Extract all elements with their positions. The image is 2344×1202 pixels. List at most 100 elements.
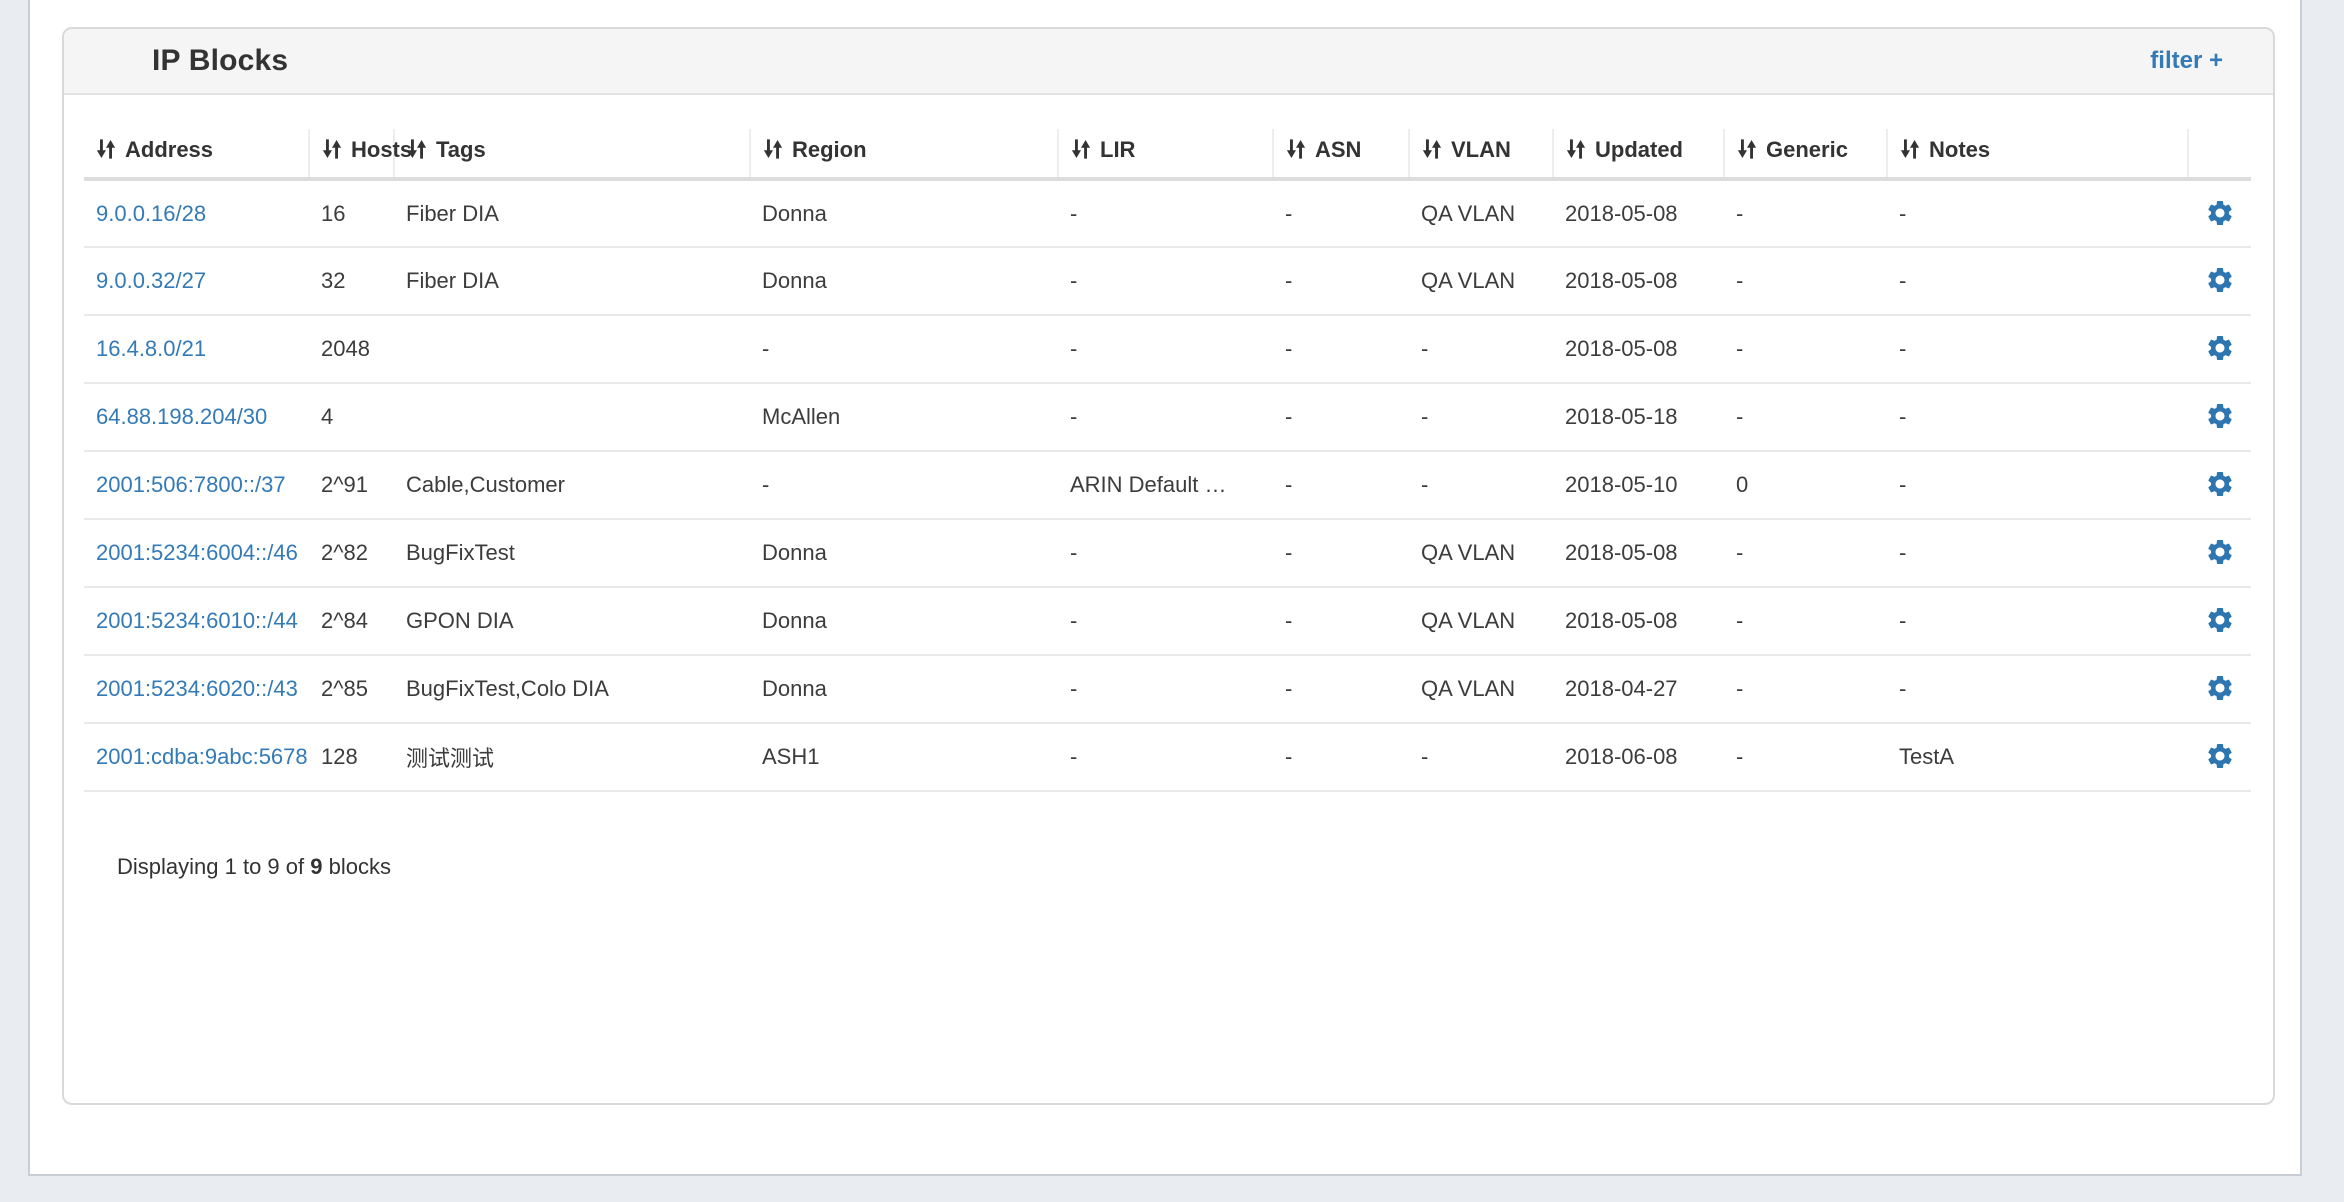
table-row: 2001:5234:6010::/44 2^84 GPON DIA Donna … <box>84 587 2251 655</box>
cell-actions <box>2188 655 2251 723</box>
cell-asn: - <box>1273 519 1409 587</box>
cell-generic: - <box>1724 587 1887 655</box>
sort-arrows-icon <box>1898 137 1922 161</box>
cell-updated: 2018-04-27 <box>1553 655 1724 723</box>
cell-tags: 测试测试 <box>394 723 750 791</box>
cell-hosts: 2048 <box>309 315 394 383</box>
cell-generic: - <box>1724 179 1887 247</box>
sort-arrows-icon <box>1420 137 1444 161</box>
cell-tags: Fiber DIA <box>394 179 750 247</box>
filter-toggle-link[interactable]: filter + <box>2150 47 2223 75</box>
cell-region: Donna <box>750 247 1058 315</box>
column-header-generic[interactable]: Generic <box>1724 129 1887 179</box>
cell-vlan: QA VLAN <box>1409 587 1553 655</box>
cell-hosts: 16 <box>309 179 394 247</box>
column-header-tags[interactable]: Tags <box>394 129 750 179</box>
row-settings-button[interactable] <box>2201 601 2239 639</box>
cell-updated: 2018-05-08 <box>1553 247 1724 315</box>
gear-icon <box>2205 673 2235 703</box>
row-settings-button[interactable] <box>2201 261 2239 299</box>
column-header-updated[interactable]: Updated <box>1553 129 1724 179</box>
cell-tags: GPON DIA <box>394 587 750 655</box>
cell-region: - <box>750 451 1058 519</box>
cell-lir: - <box>1058 315 1273 383</box>
ip-blocks-table: Address Hosts Tags Region LIR ASN VLAN U… <box>84 129 2251 792</box>
address-link[interactable]: 9.0.0.32/27 <box>96 268 206 293</box>
cell-address: 16.4.8.0/21 <box>84 315 309 383</box>
table-row: 9.0.0.16/28 16 Fiber DIA Donna - - QA VL… <box>84 179 2251 247</box>
table-header-row: Address Hosts Tags Region LIR ASN VLAN U… <box>84 129 2251 179</box>
gear-icon <box>2205 198 2235 228</box>
cell-updated: 2018-05-08 <box>1553 519 1724 587</box>
cell-vlan: QA VLAN <box>1409 179 1553 247</box>
cell-asn: - <box>1273 451 1409 519</box>
table-row: 9.0.0.32/27 32 Fiber DIA Donna - - QA VL… <box>84 247 2251 315</box>
row-settings-button[interactable] <box>2201 669 2239 707</box>
row-settings-button[interactable] <box>2201 329 2239 367</box>
address-link[interactable]: 2001:cdba:9abc:5678::… <box>96 744 309 769</box>
cell-generic: - <box>1724 315 1887 383</box>
cell-actions <box>2188 587 2251 655</box>
cell-region: Donna <box>750 519 1058 587</box>
cell-actions <box>2188 179 2251 247</box>
cell-address: 2001:506:7800::/37 <box>84 451 309 519</box>
row-settings-button[interactable] <box>2201 533 2239 571</box>
cell-vlan: - <box>1409 451 1553 519</box>
table-row: 2001:5234:6004::/46 2^82 BugFixTest Donn… <box>84 519 2251 587</box>
table-row: 2001:cdba:9abc:5678::… 128 测试测试 ASH1 - -… <box>84 723 2251 791</box>
column-header-asn[interactable]: ASN <box>1273 129 1409 179</box>
column-header-vlan[interactable]: VLAN <box>1409 129 1553 179</box>
address-link[interactable]: 2001:5234:6020::/43 <box>96 676 298 701</box>
cell-lir: - <box>1058 519 1273 587</box>
gear-icon <box>2205 333 2235 363</box>
pagination-total-count: 9 <box>310 854 322 879</box>
cell-notes: - <box>1887 179 2188 247</box>
sort-arrows-icon <box>320 137 344 161</box>
cell-address: 2001:5234:6004::/46 <box>84 519 309 587</box>
gear-icon <box>2205 605 2235 635</box>
sort-arrows-icon <box>1284 137 1308 161</box>
row-settings-button[interactable] <box>2201 397 2239 435</box>
column-header-notes[interactable]: Notes <box>1887 129 2188 179</box>
cell-actions <box>2188 315 2251 383</box>
column-label: LIR <box>1100 137 1135 162</box>
page-title: IP Blocks <box>152 44 288 78</box>
cell-region: Donna <box>750 655 1058 723</box>
row-settings-button[interactable] <box>2201 737 2239 775</box>
cell-notes: - <box>1887 655 2188 723</box>
ip-blocks-card: IP Blocks filter + Address Hosts Tags Re… <box>62 27 2275 1105</box>
address-link[interactable]: 2001:5234:6004::/46 <box>96 540 298 565</box>
cell-asn: - <box>1273 587 1409 655</box>
cell-tags: Fiber DIA <box>394 247 750 315</box>
cell-address: 2001:cdba:9abc:5678::… <box>84 723 309 791</box>
column-header-hosts[interactable]: Hosts <box>309 129 394 179</box>
column-header-region[interactable]: Region <box>750 129 1058 179</box>
card-body: Address Hosts Tags Region LIR ASN VLAN U… <box>64 95 2273 880</box>
column-header-actions <box>2188 129 2251 179</box>
cell-address: 9.0.0.16/28 <box>84 179 309 247</box>
cell-hosts: 2^84 <box>309 587 394 655</box>
cell-actions <box>2188 247 2251 315</box>
row-settings-button[interactable] <box>2201 465 2239 503</box>
column-label: Generic <box>1766 137 1848 162</box>
cell-notes: TestA <box>1887 723 2188 791</box>
cell-actions <box>2188 519 2251 587</box>
cell-updated: 2018-05-18 <box>1553 383 1724 451</box>
cell-generic: - <box>1724 247 1887 315</box>
address-link[interactable]: 9.0.0.16/28 <box>96 201 206 226</box>
column-label: VLAN <box>1451 137 1511 162</box>
row-settings-button[interactable] <box>2201 194 2239 232</box>
card-header: IP Blocks filter + <box>64 29 2273 95</box>
address-link[interactable]: 64.88.198.204/30 <box>96 404 267 429</box>
address-link[interactable]: 2001:5234:6010::/44 <box>96 608 298 633</box>
sort-arrows-icon <box>1069 137 1093 161</box>
cell-updated: 2018-05-08 <box>1553 587 1724 655</box>
column-header-address[interactable]: Address <box>84 129 309 179</box>
column-label: Notes <box>1929 137 1990 162</box>
table-header: Address Hosts Tags Region LIR ASN VLAN U… <box>84 129 2251 179</box>
column-header-lir[interactable]: LIR <box>1058 129 1273 179</box>
pagination-text-prefix: Displaying 1 to 9 of <box>117 854 304 879</box>
address-link[interactable]: 16.4.8.0/21 <box>96 336 206 361</box>
address-link[interactable]: 2001:506:7800::/37 <box>96 472 286 497</box>
cell-hosts: 4 <box>309 383 394 451</box>
